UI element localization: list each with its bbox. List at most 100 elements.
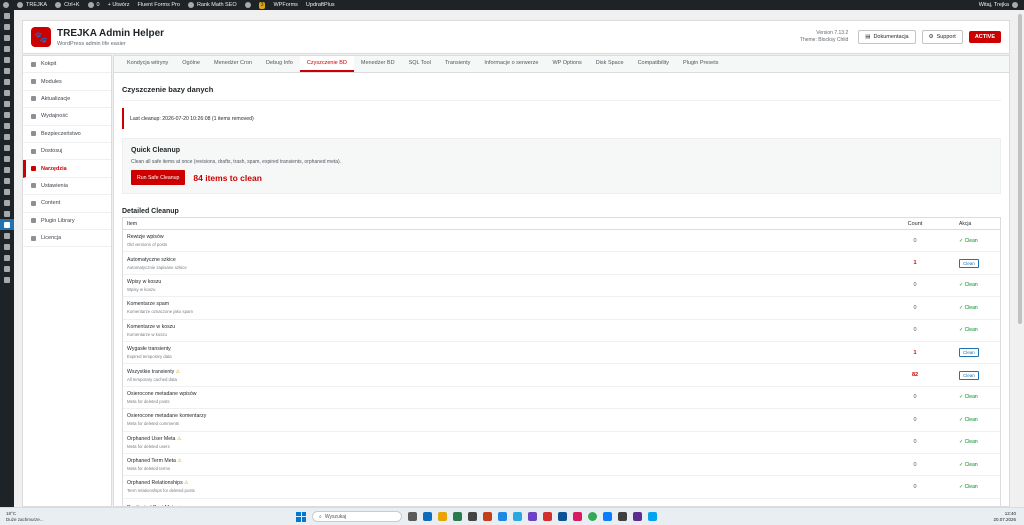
clean-button[interactable]: Clean: [959, 370, 979, 380]
documentation-button[interactable]: ▤ Dokumentacja: [858, 30, 916, 44]
support-button[interactable]: ⚙ Support: [921, 30, 963, 44]
item-name: Wszystkie transienty ⚠: [127, 369, 885, 375]
app-icon[interactable]: [498, 512, 507, 521]
app-icon[interactable]: [603, 512, 612, 521]
page-scrollbar[interactable]: [1016, 10, 1024, 507]
table-icon[interactable]: [0, 153, 14, 164]
app-icon[interactable]: [528, 512, 537, 521]
admin-bar-item[interactable]: UpdraftPlus: [306, 2, 335, 8]
sidebar-item[interactable]: Dostosuj: [23, 143, 111, 161]
item-count: 0: [913, 416, 917, 423]
clean-button[interactable]: Clean: [959, 348, 979, 358]
circle-icon[interactable]: [0, 252, 14, 263]
item-name-text: Wszystkie transienty: [127, 368, 175, 375]
chart-icon[interactable]: [0, 142, 14, 153]
sidebar-item[interactable]: Bezpieczeństwo: [23, 126, 111, 143]
arrow-icon[interactable]: [0, 120, 14, 131]
app-icon[interactable]: [483, 512, 492, 521]
comments-icon[interactable]: [0, 76, 14, 87]
clean-button[interactable]: Clean: [959, 258, 979, 268]
telegram-icon[interactable]: [513, 512, 522, 521]
chrome-icon[interactable]: [588, 512, 597, 521]
item-name-text: Orphaned Term Meta: [127, 458, 176, 465]
tools-icon[interactable]: [0, 208, 14, 219]
settings-icon[interactable]: [0, 230, 14, 241]
tab-item[interactable]: Transienty: [438, 56, 477, 72]
app-icon[interactable]: [618, 512, 627, 521]
admin-bar-item[interactable]: [3, 2, 9, 8]
admin-bar-item[interactable]: Ctrl+K: [55, 2, 80, 8]
tab-item[interactable]: Menedżer BD: [354, 56, 402, 72]
weather-widget[interactable]: 18°C Duże zachmurze...: [6, 511, 44, 523]
sidebar-item[interactable]: Content: [23, 195, 111, 213]
pin-icon[interactable]: [0, 164, 14, 175]
sidebar-item[interactable]: Modules: [23, 73, 111, 91]
tab-item[interactable]: Informacje o serwerze: [477, 56, 545, 72]
admin-bar-item[interactable]: + Utwórz: [108, 2, 130, 8]
admin-bar-item[interactable]: 3: [258, 1, 266, 9]
system-tray-clock[interactable]: 12:40 20.07.2026: [993, 511, 1016, 523]
file-explorer-icon[interactable]: [438, 512, 447, 521]
tab-item[interactable]: Debug Info: [259, 56, 300, 72]
circle-icon[interactable]: [0, 274, 14, 285]
tab-item[interactable]: Plugin Presets: [676, 56, 725, 72]
app-icon[interactable]: [573, 512, 582, 521]
plugin-icon[interactable]: [0, 186, 14, 197]
sidebar-item[interactable]: Narzędzia: [23, 160, 111, 178]
column-action: Akcja: [959, 220, 972, 227]
taskbar-search[interactable]: ⌕ Wyszukaj: [312, 511, 402, 522]
tab-item[interactable]: Disk Space: [589, 56, 631, 72]
admin-bar-item[interactable]: TREJKA: [17, 2, 47, 8]
users-icon[interactable]: [0, 197, 14, 208]
scrollbar-thumb[interactable]: [1018, 14, 1022, 324]
pin-icon[interactable]: [0, 43, 14, 54]
admin-bar-item[interactable]: Fluent Forms Pro: [137, 2, 179, 8]
forms-icon[interactable]: [0, 87, 14, 98]
document-icon: [31, 200, 36, 206]
admin-bar-item[interactable]: 0: [87, 2, 100, 8]
rank-icon[interactable]: [0, 32, 14, 43]
app-icon[interactable]: [468, 512, 477, 521]
filezilla-icon[interactable]: [543, 512, 552, 521]
tab-item[interactable]: Czyszczenie BD: [299, 56, 354, 72]
sidebar-item[interactable]: Kokpit: [23, 56, 111, 74]
item-cell: Orphaned Term Meta ⚠ Meta for deleted ter…: [123, 458, 885, 471]
task-view-icon[interactable]: [408, 512, 417, 521]
item-action-cell: ✓ Clean: [945, 417, 1000, 423]
brush-icon[interactable]: [0, 175, 14, 186]
dashboard-icon[interactable]: [0, 10, 14, 21]
tab-item[interactable]: Compatibility: [631, 56, 676, 72]
trejka-helper-icon[interactable]: [0, 219, 14, 230]
run-safe-cleanup-button[interactable]: Run Safe Cleanup: [131, 170, 186, 185]
admin-bar-item[interactable]: [244, 2, 251, 8]
admin-bar-account[interactable]: Witaj, Trejka: [979, 2, 1018, 8]
tab-item[interactable]: Menedżer Cron: [207, 56, 259, 72]
arrow-icon[interactable]: [0, 98, 14, 109]
pages-icon[interactable]: [0, 65, 14, 76]
sidebar-item[interactable]: Aktualizacje: [23, 91, 111, 109]
sidebar-item[interactable]: Licencja: [23, 230, 111, 248]
globe-icon[interactable]: [0, 263, 14, 274]
admin-bar-item[interactable]: WPForms: [273, 2, 297, 8]
gauge-icon[interactable]: [0, 21, 14, 32]
item-name-text: Orphaned Relationships: [127, 480, 183, 487]
arrow-icon[interactable]: [0, 109, 14, 120]
admin-bar-item[interactable]: Rank Math SEO: [187, 2, 237, 8]
start-button[interactable]: [296, 511, 306, 522]
clean-status: ✓ Clean: [959, 461, 978, 468]
layers-icon[interactable]: [0, 241, 14, 252]
sidebar-item[interactable]: Wydajność: [23, 108, 111, 126]
app-icon[interactable]: [423, 512, 432, 521]
media-icon[interactable]: [0, 54, 14, 65]
tab-item[interactable]: SQL Tool: [402, 56, 438, 72]
app-icon[interactable]: [648, 512, 657, 521]
tab-item[interactable]: WP Options: [545, 56, 588, 72]
sidebar-item[interactable]: Ustawienia: [23, 178, 111, 196]
app-icon[interactable]: [453, 512, 462, 521]
link-icon[interactable]: [0, 131, 14, 142]
sidebar-item[interactable]: Plugin Library: [23, 213, 111, 230]
app-icon[interactable]: [633, 512, 642, 521]
app-icon[interactable]: [558, 512, 567, 521]
tab-item[interactable]: Ogólne: [175, 56, 207, 72]
tab-item[interactable]: Kondycja witryny: [120, 56, 175, 72]
